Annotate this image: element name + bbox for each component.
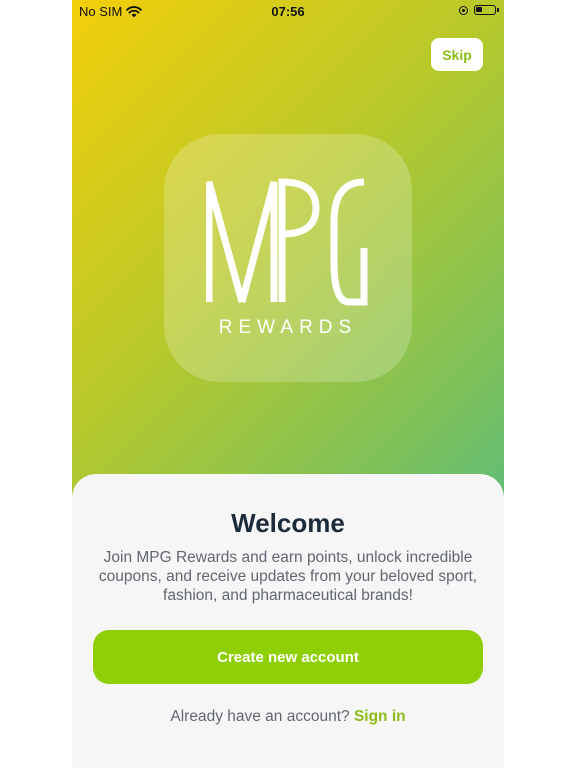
onboarding-screen: No SIM 07:56 Skip REWARDS Welcome Join M… [72, 0, 504, 768]
battery-icon [474, 5, 499, 15]
status-bar: No SIM 07:56 [72, 0, 504, 24]
sign-in-link[interactable]: Sign in [354, 708, 406, 725]
skip-button[interactable]: Skip [431, 38, 483, 71]
welcome-sheet: Welcome Join MPG Rewards and earn points… [72, 474, 504, 768]
logo-wordmark: REWARDS [218, 317, 358, 338]
status-time: 07:56 [271, 4, 305, 19]
mpg-logo-mark [206, 178, 368, 306]
create-account-button[interactable]: Create new account [93, 630, 483, 684]
status-right [459, 5, 499, 15]
orientation-lock-icon [459, 5, 468, 15]
signin-prompt: Already have an account? [170, 708, 350, 725]
welcome-description: Join MPG Rewards and earn points, unlock… [98, 549, 478, 604]
welcome-title: Welcome [231, 508, 345, 538]
app-logo: REWARDS [164, 134, 412, 382]
signin-row: Already have an account? Sign in [72, 708, 504, 726]
